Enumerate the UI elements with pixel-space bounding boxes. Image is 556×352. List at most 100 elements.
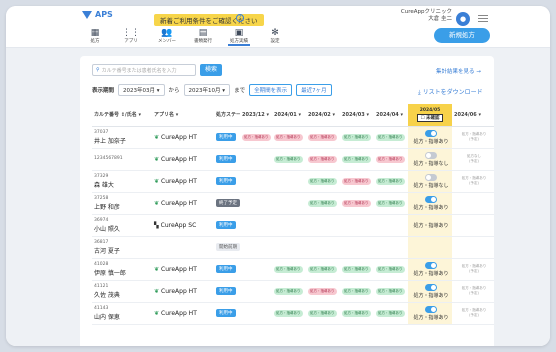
header: APS 新着ご利用条件をご確認ください ? CureAppクリニック 大倉 圭二… xyxy=(6,6,550,48)
to-select[interactable]: 2023年10月 ▾ xyxy=(183,84,231,96)
month-cell: 処方・指導あり xyxy=(306,258,340,281)
status-cell: 利用中 xyxy=(214,126,240,149)
col-month[interactable]: 2023/12 ▾ xyxy=(240,104,272,127)
prescription-pill: 処方・指導あり xyxy=(308,177,337,185)
col-app[interactable]: アプリ名 ▾ xyxy=(152,104,214,127)
patient-cell[interactable]: 37258 上野 和彦 xyxy=(92,192,152,215)
month-cell xyxy=(306,236,340,259)
month-cell xyxy=(240,214,272,237)
summary-link[interactable]: 集計結果を見る → xyxy=(436,67,481,75)
status-cell: 利用中 xyxy=(214,280,240,303)
current-month-cell[interactable]: 処方・指導あり xyxy=(408,258,452,281)
building-icon: ▦ xyxy=(90,28,100,38)
prescription-pill: 処方・指導あり xyxy=(376,309,405,317)
table-row[interactable]: 41143 山内 保恵 ❦ CureApp HT 利用中 処方・指導あり 処方・指導あり 処方… xyxy=(92,302,494,325)
show-all-button[interactable]: 全期間を表示 xyxy=(249,84,293,96)
patient-cell[interactable]: 37037 井上 加奈子 xyxy=(92,126,152,149)
col-month[interactable]: 2024/04 ▾ xyxy=(374,104,408,127)
prescription-toggle[interactable] xyxy=(425,130,437,137)
col-month[interactable]: 2024/01 ▾ xyxy=(272,104,306,127)
nav-item[interactable]: ▣ 処方実績 xyxy=(228,28,250,46)
prescription-toggle[interactable] xyxy=(425,262,437,269)
prescription-pill: 処方・指導あり xyxy=(274,155,303,163)
new-prescription-button[interactable]: 新規処方 xyxy=(434,28,490,43)
main-nav: ▦ 処方 ⋮⋮ アプリ 👥 メンバー ▤ 書類発行 ▣ 処方実績 ✻ 設定 xyxy=(84,28,286,46)
logo[interactable]: APS xyxy=(82,10,113,19)
nav-label: 処方実績 xyxy=(230,39,248,44)
prescription-toggle[interactable] xyxy=(425,284,437,291)
month-cell xyxy=(272,236,306,259)
karte-number: 41121 xyxy=(94,283,109,289)
search-button[interactable]: 検索 xyxy=(200,64,222,76)
app-name: CureApp SC xyxy=(160,221,197,229)
current-month-cell[interactable]: 処方・指導あり xyxy=(408,302,452,325)
patient-cell[interactable]: 36974 小山 照久 xyxy=(92,214,152,237)
prescription-pill: 処方・指導あり xyxy=(376,177,405,185)
col-karte[interactable]: カルテ番号 ↕/氏名 ▾ xyxy=(92,104,152,127)
col-month[interactable]: 2024/02 ▾ xyxy=(306,104,340,127)
unconfirmed-badge[interactable]: ☐ 未確認 xyxy=(417,113,443,122)
col-status[interactable]: 処方ステータス ▾ xyxy=(214,104,240,127)
current-month-cell[interactable]: 処方・指導あり xyxy=(408,126,452,149)
app-cell xyxy=(152,236,214,259)
nav-item[interactable]: ▤ 書類発行 xyxy=(192,28,214,46)
col-current-month[interactable]: 2024/05 ☐ 未確認 xyxy=(408,104,452,127)
leaf-icon: ❦ xyxy=(154,287,160,295)
leaf-icon: ❦ xyxy=(154,309,160,317)
table-row[interactable]: 37329 森 雄大 ❦ CureApp HT 利用中 処方・指導あり 処方・指導あり 処方・… xyxy=(92,170,494,193)
table-row[interactable]: 36817 古河 夏子 開始前期 xyxy=(92,236,494,259)
nav-item[interactable]: ▦ 処方 xyxy=(84,28,106,46)
toggle-label: 処方・指導なし xyxy=(413,183,449,189)
download-link[interactable]: ⤓ リストをダウンロード xyxy=(418,87,483,97)
patient-cell[interactable]: 41028 伊原 慎一郎 xyxy=(92,258,152,281)
nav-item[interactable]: 👥 メンバー xyxy=(156,28,178,46)
patient-cell[interactable]: 36817 古河 夏子 xyxy=(92,236,152,259)
current-month-cell[interactable]: 処方・指導あり xyxy=(408,280,452,303)
patient-cell[interactable]: 1234567891 xyxy=(92,148,152,171)
patient-cell[interactable]: 41121 久佐 茂典 xyxy=(92,280,152,303)
current-month-cell[interactable]: 処方・指導あり xyxy=(408,214,452,237)
leaf-icon: ❦ xyxy=(154,199,160,207)
prescription-toggle[interactable] xyxy=(425,196,437,203)
table-row[interactable]: 36974 小山 照久 ▚ CureApp SC 利用中 処方・指導あり xyxy=(92,214,494,237)
next-month-cell xyxy=(452,236,494,259)
app-name: CureApp HT xyxy=(161,133,197,141)
help-icon[interactable]: ? xyxy=(236,14,244,22)
table-row[interactable]: 37037 井上 加奈子 ❦ CureApp HT 利用中 処方・指導あり 処方・指導あり処… xyxy=(92,126,494,149)
month-cell: 処方・指導あり xyxy=(374,170,408,193)
table-row[interactable]: 1234567891 ❦ CureApp HT 利用中 処方・指導あり 処方・指導あり 処方… xyxy=(92,148,494,171)
month-cell: 処方・指導あり xyxy=(306,280,340,303)
toggle-label: 処方・指導あり xyxy=(413,205,449,211)
nav-item[interactable]: ⋮⋮ アプリ xyxy=(120,28,142,46)
col-next-month[interactable]: 2024/06 ▾ xyxy=(452,104,494,127)
month-cell: 処方・指導あり xyxy=(374,280,408,303)
table-row[interactable]: 37258 上野 和彦 ❦ CureApp HT 終了予定 処方・指導あり 処方・指導あり処… xyxy=(92,192,494,215)
search-input[interactable]: ⚲ カルテ番号または患者氏名を入力 xyxy=(92,64,196,76)
patient-cell[interactable]: 37329 森 雄大 xyxy=(92,170,152,193)
prescription-toggle[interactable] xyxy=(425,174,437,181)
prescription-pill: 処方・指導あり xyxy=(376,265,405,273)
patient-name: 井上 加奈子 xyxy=(94,137,126,145)
nav-item[interactable]: ✻ 設定 xyxy=(264,28,286,46)
hamburger-menu-icon[interactable] xyxy=(478,13,488,23)
month-cell: 処方・指導あり xyxy=(272,126,306,149)
col-month[interactable]: 2024/03 ▾ xyxy=(340,104,374,127)
from-select[interactable]: 2023年03月 ▾ xyxy=(118,84,165,96)
current-month-cell[interactable]: 処方・指導なし xyxy=(408,148,452,171)
notice-banner[interactable]: 新着ご利用条件をご確認ください xyxy=(154,14,264,26)
app-cell: ❦ CureApp HT xyxy=(152,302,214,325)
table-row[interactable]: 41121 久佐 茂典 ❦ CureApp HT 利用中 処方・指導あり 処方・指導あり 処方… xyxy=(92,280,494,303)
status-cell: 利用中 xyxy=(214,214,240,237)
prescription-toggle[interactable] xyxy=(425,306,437,313)
bell-icon[interactable]: ● xyxy=(456,12,470,26)
status-cell: 利用中 xyxy=(214,258,240,281)
current-month-cell[interactable]: 処方・指導あり xyxy=(408,192,452,215)
current-month-cell[interactable]: 処方・指導なし xyxy=(408,170,452,193)
toggle-label: 処方・指導なし xyxy=(413,161,449,167)
recent-button[interactable]: 最近7ヶ月 xyxy=(296,84,332,96)
prescription-toggle[interactable] xyxy=(425,152,437,159)
current-month-cell[interactable] xyxy=(408,236,452,259)
table-row[interactable]: 41028 伊原 慎一郎 ❦ CureApp HT 利用中 処方・指導あり 処方・指導あり処… xyxy=(92,258,494,281)
patient-cell[interactable]: 41143 山内 保恵 xyxy=(92,302,152,325)
month-cell xyxy=(306,214,340,237)
